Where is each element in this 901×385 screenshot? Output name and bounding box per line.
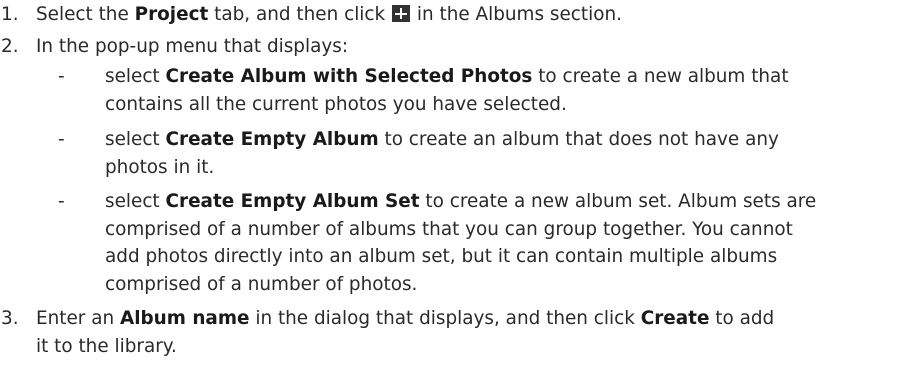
step-text: Enter an Album name in the dialog that d…	[36, 308, 775, 329]
bullet-dash: -	[58, 129, 65, 150]
bullet-text: select Create Album with Selected Photos…	[105, 66, 789, 87]
step-text: In the pop-up menu that displays:	[36, 36, 349, 57]
create-album-with-selected-photos-label: Create Album with Selected Photos	[165, 66, 533, 87]
bullet-dash: -	[58, 191, 65, 212]
bullet-text: select Create Empty Album to create an a…	[105, 129, 779, 150]
bullet-text: select Create Empty Album Set to create …	[105, 191, 817, 212]
step-text: Select the Project tab, and then click i…	[36, 4, 622, 25]
create-button-label: Create	[640, 308, 710, 329]
create-empty-album-label: Create Empty Album	[165, 129, 379, 150]
project-tab-label: Project	[134, 4, 209, 25]
create-empty-album-set-label: Create Empty Album Set	[165, 191, 420, 212]
album-name-label: Album name	[119, 308, 250, 329]
add-plus-icon	[392, 5, 411, 22]
bullet-dash: -	[58, 66, 65, 87]
